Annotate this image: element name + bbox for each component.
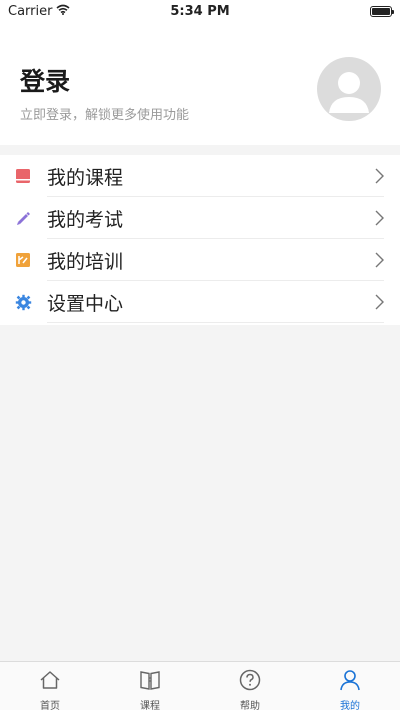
menu-item-courses[interactable]: 我的课程 [0, 155, 400, 197]
chevron-right-icon [375, 252, 384, 272]
login-subtitle: 立即登录，解锁更多使用功能 [20, 108, 190, 123]
menu-item-label: 我的考试 [47, 208, 124, 231]
login-header[interactable]: 登录 立即登录，解锁更多使用功能 [0, 22, 400, 145]
chevron-right-icon [375, 210, 384, 230]
menu-item-label: 我的培训 [47, 250, 124, 273]
person-icon [339, 669, 361, 695]
carrier-label: Carrier [8, 3, 53, 19]
book-icon [14, 167, 32, 185]
tab-home[interactable]: 首页 [0, 662, 100, 710]
tab-mine[interactable]: 我的 [300, 662, 400, 710]
training-icon [14, 251, 32, 269]
tab-label: 帮助 [240, 701, 260, 710]
divider [47, 322, 384, 323]
tab-help[interactable]: 帮助 [200, 662, 300, 710]
chevron-right-icon [375, 294, 384, 314]
menu-item-label: 我的课程 [47, 166, 124, 189]
wifi-icon [56, 4, 70, 19]
help-icon [239, 669, 261, 695]
menu-item-label: 设置中心 [47, 292, 124, 315]
tab-bar: 首页 课程 帮助 我的 [0, 661, 400, 710]
login-title[interactable]: 登录 [20, 62, 70, 98]
menu-item-exams[interactable]: 我的考试 [0, 197, 400, 239]
pencil-icon [14, 209, 32, 227]
gear-icon [14, 293, 32, 311]
tab-label: 课程 [140, 701, 160, 710]
menu-item-training[interactable]: 我的培训 [0, 239, 400, 281]
home-icon [39, 669, 61, 695]
chevron-right-icon [375, 168, 384, 188]
avatar[interactable] [317, 57, 381, 121]
tab-courses[interactable]: 课程 [100, 662, 200, 710]
menu-list: 我的课程 我的考试 我的培训 设置中心 [0, 155, 400, 325]
tab-label: 我的 [340, 701, 360, 710]
book-open-icon [139, 669, 161, 695]
status-left: Carrier [8, 4, 70, 19]
menu-item-settings[interactable]: 设置中心 [0, 281, 400, 323]
battery-icon [370, 5, 394, 17]
tab-label: 首页 [40, 701, 60, 710]
status-bar: Carrier 5:34 PM [0, 0, 400, 22]
